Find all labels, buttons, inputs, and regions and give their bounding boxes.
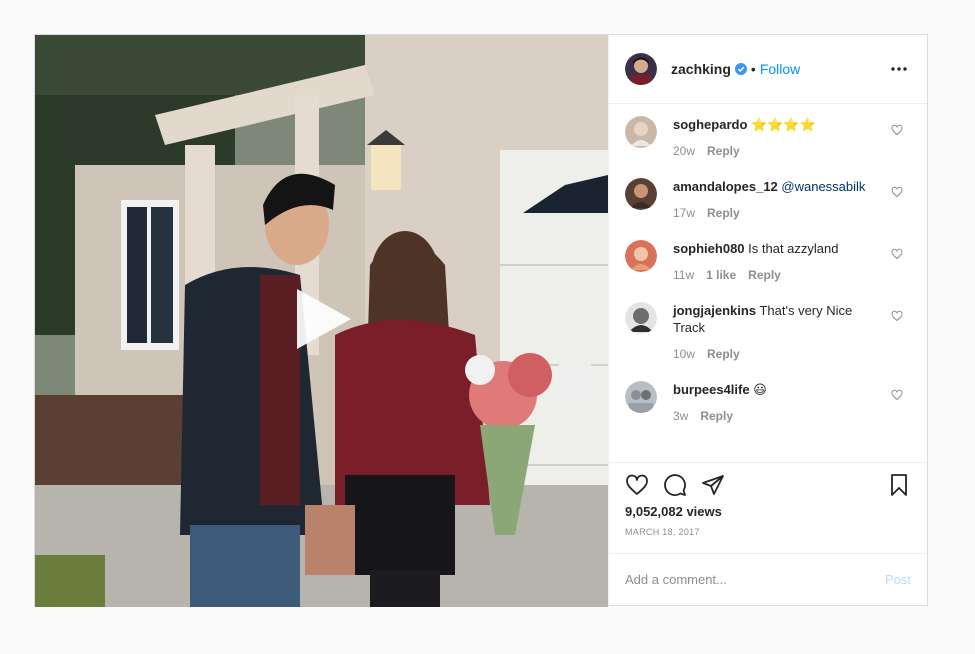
comment-text: soghepardo ⭐⭐⭐⭐ <box>673 116 883 133</box>
comment-like-heart-icon[interactable] <box>891 248 903 260</box>
action-icons <box>625 473 911 497</box>
comment-meta: 10w Reply <box>673 347 883 361</box>
comment-meta: 3w Reply <box>673 409 883 423</box>
comment-like-heart-icon[interactable] <box>891 186 903 198</box>
save-bookmark-icon[interactable] <box>887 473 911 497</box>
more-options-icon[interactable] <box>887 57 911 81</box>
post-comment-button[interactable]: Post <box>885 572 911 587</box>
share-paper-plane-icon[interactable] <box>701 473 725 497</box>
comment-content: 😃 <box>753 382 767 397</box>
comment-content: Is that azzyland <box>748 241 839 256</box>
comment-content: ⭐⭐⭐⭐ <box>751 117 816 132</box>
comment-item: soghepardo ⭐⭐⭐⭐ 20w Reply <box>625 116 911 158</box>
comment-text: burpees4life 😃 <box>673 381 883 398</box>
comment-likes-count[interactable]: 1 like <box>706 268 736 282</box>
reply-button[interactable]: Reply <box>707 144 740 158</box>
video-player[interactable] <box>35 35 608 607</box>
view-count[interactable]: 9,052,082 views <box>625 504 911 519</box>
post-header: zachking • Follow <box>609 35 927 104</box>
comment-age: 10w <box>673 347 696 361</box>
comment-item: amandalopes_12 @wanessabilk 17w Reply <box>625 178 911 220</box>
follow-button[interactable]: Follow <box>760 61 800 77</box>
like-heart-icon[interactable] <box>625 473 649 497</box>
author-avatar[interactable] <box>625 53 657 85</box>
comment-like-heart-icon[interactable] <box>891 124 903 136</box>
comment-meta: 20w Reply <box>673 144 883 158</box>
comment-age: 3w <box>673 409 689 423</box>
add-comment-input[interactable] <box>625 572 885 587</box>
comment-age: 17w <box>673 206 696 220</box>
author-username[interactable]: zachking <box>671 61 731 77</box>
post-side-panel: zachking • Follow soghepardo ⭐⭐⭐⭐ 20w Re… <box>608 35 927 605</box>
add-comment-bar: Post <box>609 553 927 605</box>
comment-like-heart-icon[interactable] <box>891 310 903 322</box>
verified-badge-icon <box>734 63 747 75</box>
post-date: MARCH 18, 2017 <box>625 527 700 537</box>
comment-username[interactable]: burpees4life <box>673 382 750 397</box>
reply-button[interactable]: Reply <box>707 206 740 220</box>
comment-username[interactable]: amandalopes_12 <box>673 179 778 194</box>
comment-item: sophieh080 Is that azzyland 11w 1 like R… <box>625 240 911 282</box>
comment-username[interactable]: sophieh080 <box>673 241 745 256</box>
commenter-avatar[interactable] <box>625 381 657 413</box>
comment-text: jongjajenkins That's very Nice Track <box>673 302 883 336</box>
comment-list: soghepardo ⭐⭐⭐⭐ 20w Reply amandalopes_12… <box>609 104 927 462</box>
comment-username[interactable]: jongjajenkins <box>673 303 756 318</box>
reply-button[interactable]: Reply <box>700 409 733 423</box>
comment-meta: 17w Reply <box>673 206 883 220</box>
post-container: zachking • Follow soghepardo ⭐⭐⭐⭐ 20w Re… <box>34 34 928 607</box>
comment-like-heart-icon[interactable] <box>891 389 903 401</box>
separator-dot: • <box>750 61 756 77</box>
play-icon[interactable] <box>291 287 355 351</box>
post-actions: 9,052,082 views MARCH 18, 2017 <box>609 462 927 553</box>
comment-meta: 11w 1 like Reply <box>673 268 883 282</box>
reply-button[interactable]: Reply <box>748 268 781 282</box>
comment-text: amandalopes_12 @wanessabilk <box>673 178 883 195</box>
comment-age: 11w <box>673 268 695 282</box>
commenter-avatar[interactable] <box>625 302 657 334</box>
comment-text: sophieh080 Is that azzyland <box>673 240 883 257</box>
comment-age: 20w <box>673 144 696 158</box>
reply-button[interactable]: Reply <box>707 347 740 361</box>
comment-item: burpees4life 😃 3w Reply <box>625 381 911 423</box>
commenter-avatar[interactable] <box>625 240 657 272</box>
comment-mention-link[interactable]: @wanessabilk <box>781 179 865 194</box>
comment-bubble-icon[interactable] <box>663 473 687 497</box>
commenter-avatar[interactable] <box>625 178 657 210</box>
comment-username[interactable]: soghepardo <box>673 117 747 132</box>
comment-item: jongjajenkins That's very Nice Track 10w… <box>625 302 911 361</box>
commenter-avatar[interactable] <box>625 116 657 148</box>
